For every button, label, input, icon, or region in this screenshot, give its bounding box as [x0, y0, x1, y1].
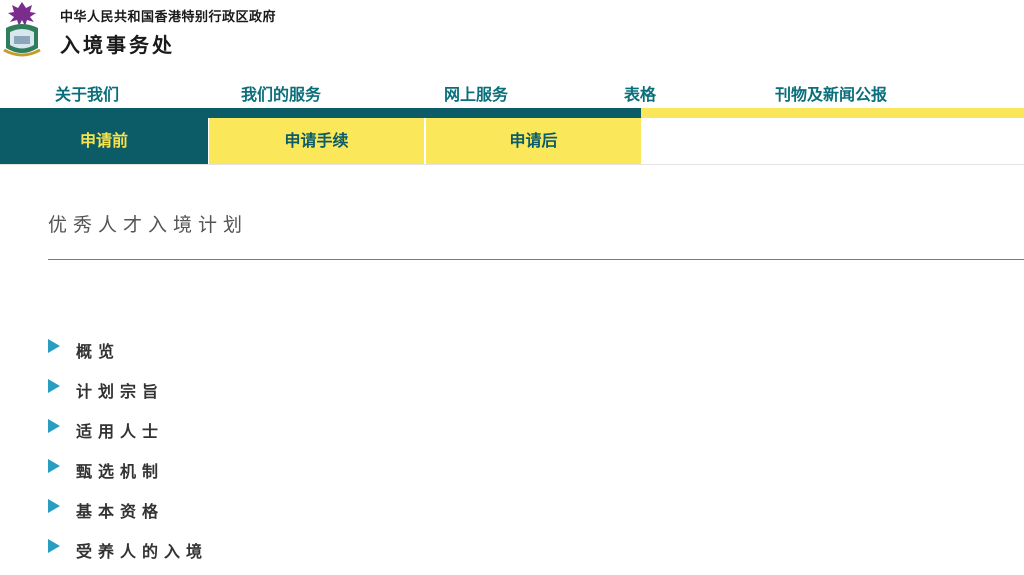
- triangle-bullet-icon: [48, 459, 60, 473]
- triangle-bullet-icon: [48, 499, 60, 513]
- nav-online-services[interactable]: 网上服务: [444, 81, 508, 105]
- nav-indicator-bar: [0, 108, 641, 118]
- menu-item-dependants-entry[interactable]: 受养人的入境: [48, 530, 648, 570]
- nav-about-us[interactable]: 关于我们: [55, 81, 119, 105]
- department-name[interactable]: 入境事务处: [60, 29, 175, 58]
- menu-item-overview[interactable]: 概览: [48, 330, 648, 370]
- triangle-bullet-icon: [48, 339, 60, 353]
- menu-item-label[interactable]: 概览: [76, 338, 120, 362]
- title-divider: [48, 259, 1024, 260]
- nav-publications-press[interactable]: 刊物及新闻公报: [775, 81, 887, 105]
- sub-tabs: 申请前 申请手续 申请后: [0, 118, 1024, 165]
- menu-item-label[interactable]: 计划宗旨: [76, 378, 164, 402]
- page-title: 优秀人才入境计划: [48, 214, 249, 236]
- triangle-bullet-icon: [48, 419, 60, 433]
- site-header: 中华人民共和国香港特别行政区政府 入境事务处: [0, 0, 1024, 70]
- triangle-bullet-icon: [48, 379, 60, 393]
- triangle-bullet-icon: [48, 539, 60, 553]
- menu-item-basic-eligibility[interactable]: 基本资格: [48, 490, 648, 530]
- tab-before-application[interactable]: 申请前: [0, 118, 208, 164]
- menu-item-label[interactable]: 受养人的入境: [76, 538, 208, 562]
- menu-item-label[interactable]: 适用人士: [76, 418, 164, 442]
- menu-item-eligible-persons[interactable]: 适用人士: [48, 410, 648, 450]
- section-menu: 概览 计划宗旨 适用人士 甄选机制 基本资格 受养人的入境: [48, 330, 648, 570]
- menu-item-objectives[interactable]: 计划宗旨: [48, 370, 648, 410]
- nav-indicator-bar-right: [641, 108, 1024, 118]
- hksar-emblem-logo[interactable]: [0, 0, 48, 62]
- menu-item-label[interactable]: 甄选机制: [76, 458, 164, 482]
- tab-application-procedure[interactable]: 申请手续: [209, 118, 424, 164]
- menu-item-label[interactable]: 基本资格: [76, 498, 164, 522]
- government-name: 中华人民共和国香港特别行政区政府: [60, 10, 277, 25]
- menu-item-selection-mechanism[interactable]: 甄选机制: [48, 450, 648, 490]
- nav-forms[interactable]: 表格: [624, 81, 656, 105]
- main-navigation: 关于我们 我们的服务 网上服务 表格 刊物及新闻公报: [0, 76, 1024, 108]
- tab-after-application[interactable]: 申请后: [426, 118, 641, 164]
- nav-our-services[interactable]: 我们的服务: [241, 81, 321, 105]
